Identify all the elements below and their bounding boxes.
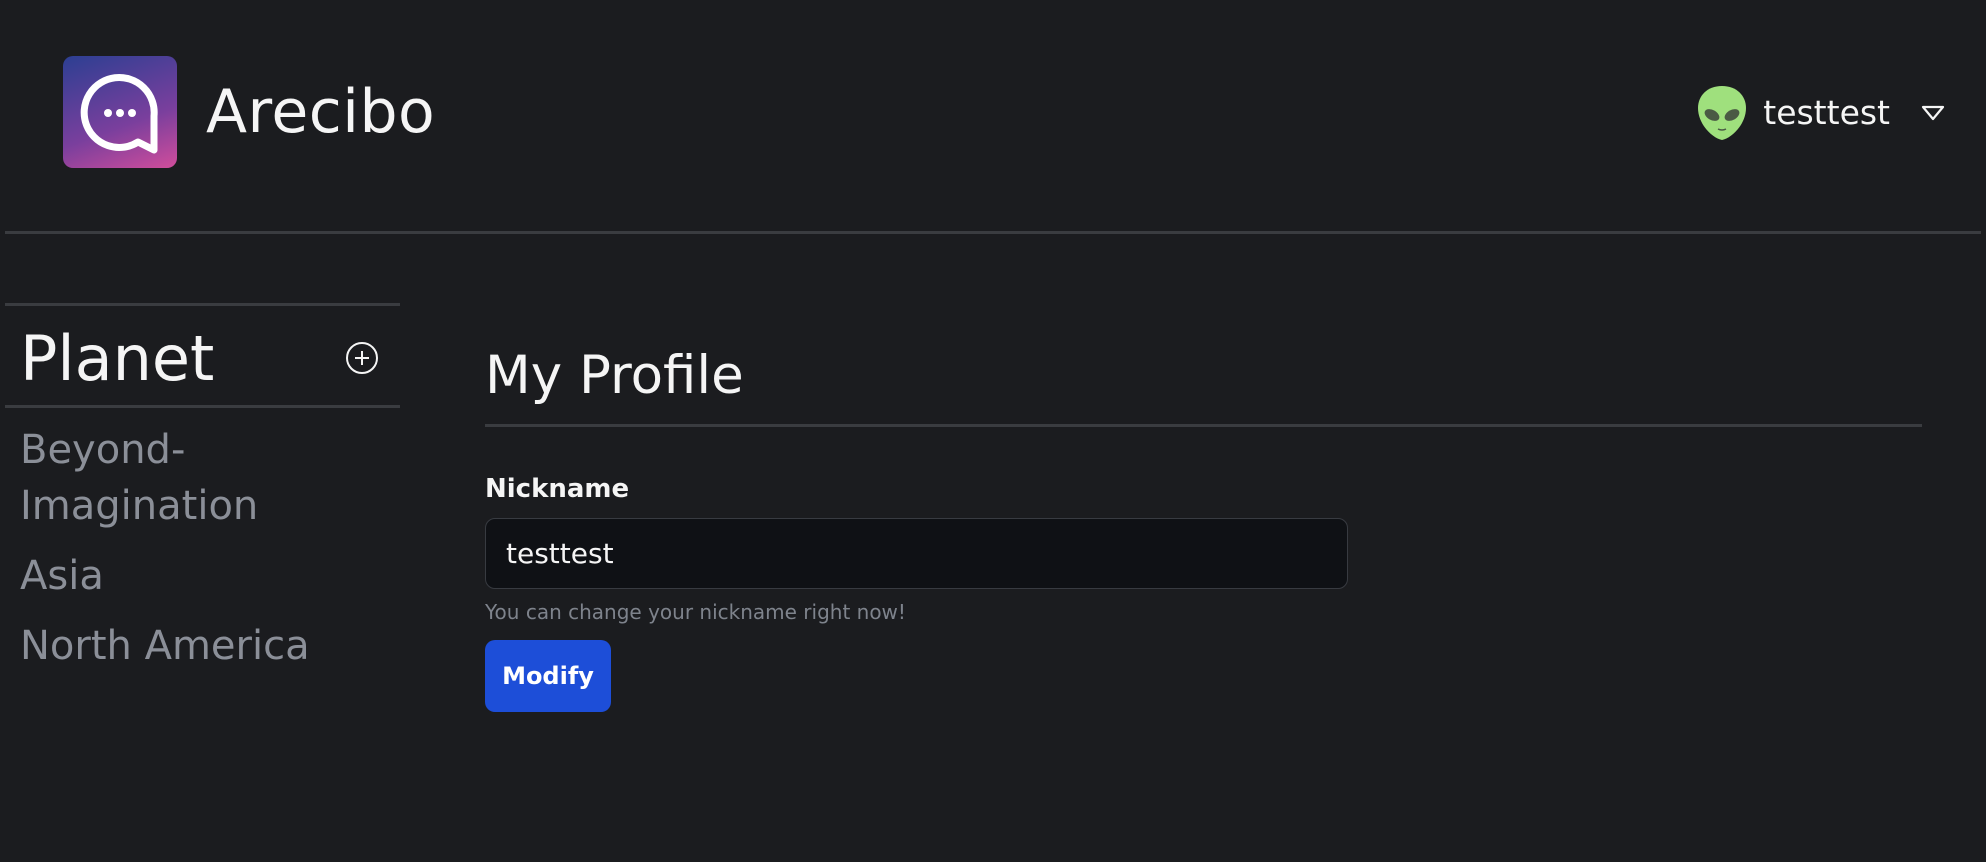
username-label[interactable]: testtest bbox=[1763, 93, 1890, 133]
sidebar-title: Planet bbox=[20, 322, 215, 395]
sidebar-item-asia[interactable]: Asia bbox=[5, 548, 400, 604]
title-divider bbox=[485, 424, 1922, 427]
sidebar-item-beyond-imagination[interactable]: Beyond- Imagination bbox=[5, 422, 400, 534]
chevron-down-icon[interactable] bbox=[1920, 103, 1946, 123]
modify-button[interactable]: Modify bbox=[485, 640, 611, 712]
app-logo[interactable] bbox=[63, 56, 177, 168]
nickname-label: Nickname bbox=[485, 474, 630, 504]
alien-avatar-icon bbox=[1698, 86, 1747, 140]
sidebar-header: Planet bbox=[5, 306, 400, 408]
header-divider bbox=[5, 231, 1981, 234]
nickname-helper-text: You can change your nickname right now! bbox=[485, 600, 906, 624]
app-header: Arecibo testtest bbox=[0, 0, 1986, 232]
app-title[interactable]: Arecibo bbox=[206, 74, 435, 150]
profile-panel: My Profile Nickname You can change your … bbox=[485, 340, 1922, 712]
nickname-input[interactable] bbox=[485, 518, 1348, 589]
plus-circle-icon[interactable] bbox=[345, 341, 379, 375]
planet-list: Beyond- Imagination Asia North America bbox=[5, 408, 400, 674]
chat-bubble-logo-icon bbox=[80, 74, 158, 154]
user-menu[interactable]: testtest bbox=[1696, 82, 1946, 144]
sidebar-item-north-america[interactable]: North America bbox=[5, 618, 400, 674]
planet-sidebar: Planet Beyond- Imagination Asia North Am… bbox=[5, 303, 400, 688]
page-title: My Profile bbox=[485, 345, 744, 406]
